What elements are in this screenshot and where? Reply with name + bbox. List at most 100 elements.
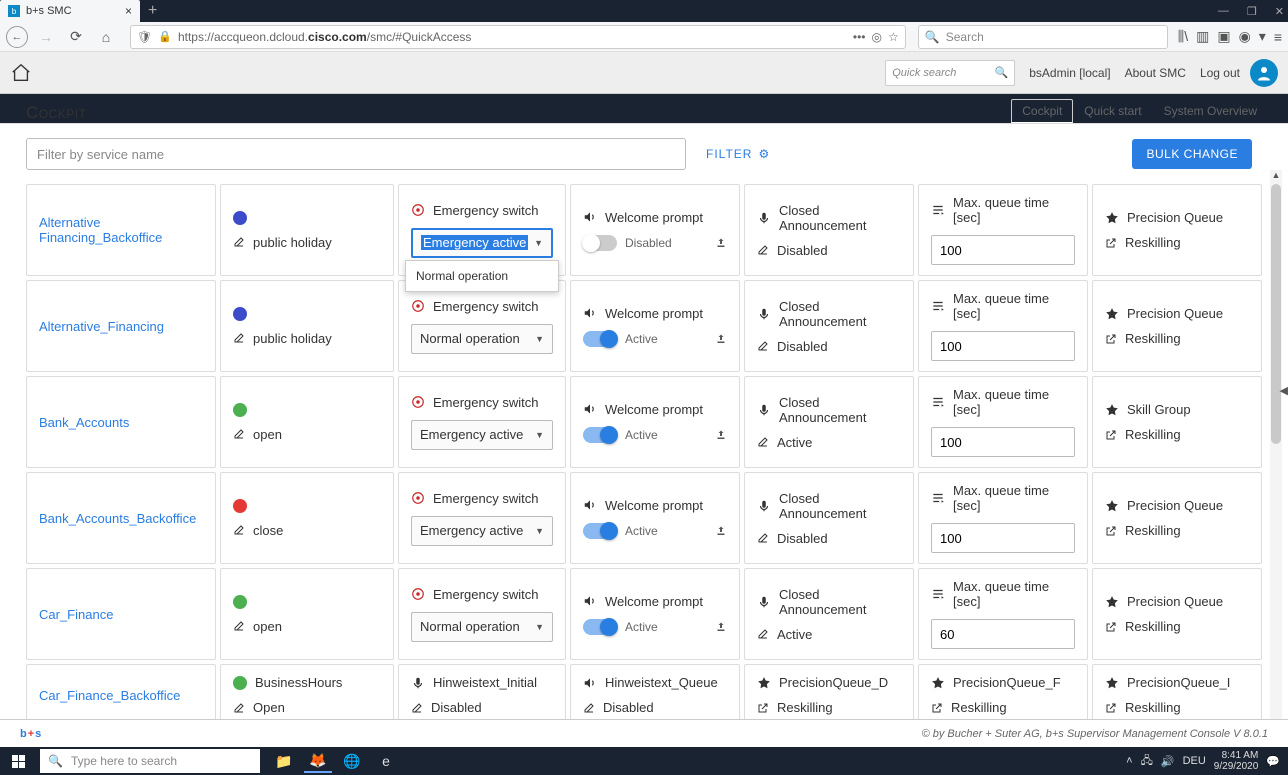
quick-search-input[interactable]: Quick search 🔍 xyxy=(885,60,1015,86)
service-name-link[interactable]: Alternative Financing_Backoffice xyxy=(26,184,216,276)
tray-chevron-icon[interactable]: ˄ xyxy=(1126,755,1132,767)
tray-notifications-icon[interactable]: 💬 xyxy=(1266,755,1280,768)
reader-icon[interactable]: ◎ xyxy=(872,30,882,44)
logout-link[interactable]: Log out xyxy=(1200,66,1240,80)
grid-scrollbar[interactable]: ▲ xyxy=(1270,170,1282,719)
scroll-thumb[interactable] xyxy=(1271,184,1281,444)
edit-icon[interactable] xyxy=(757,532,769,544)
maximize-icon[interactable]: ❐ xyxy=(1247,5,1257,18)
avatar[interactable] xyxy=(1250,59,1278,87)
cell-action-icon[interactable] xyxy=(583,702,595,714)
url-bar[interactable]: 🛡 🔒 https://accqueon.dcloud.cisco.com/sm… xyxy=(130,25,906,49)
service-name-link[interactable]: Alternative_Financing xyxy=(26,280,216,372)
upload-icon[interactable] xyxy=(715,333,727,345)
search-icon[interactable]: 🔍 xyxy=(995,66,1009,79)
tray-network-icon[interactable]: 🖧 xyxy=(1141,752,1153,771)
upload-icon[interactable] xyxy=(715,429,727,441)
cell-action-icon[interactable] xyxy=(411,702,423,714)
task-explorer-icon[interactable]: 📁 xyxy=(270,749,298,773)
library-icon[interactable]: ⫼\ xyxy=(1178,28,1188,45)
taskbar-search[interactable]: 🔍 Type here to search xyxy=(40,749,260,773)
close-window-icon[interactable]: ✕ xyxy=(1275,5,1284,18)
welcome-toggle[interactable] xyxy=(583,619,617,635)
welcome-toggle[interactable] xyxy=(583,523,617,539)
welcome-toggle[interactable] xyxy=(583,331,617,347)
emergency-select[interactable]: Normal operation ▼ xyxy=(411,612,553,642)
filter-button[interactable]: FILTER ⚙ xyxy=(706,147,770,161)
launch-icon[interactable] xyxy=(1105,621,1117,633)
service-name-link[interactable]: Car_Finance_Backoffice xyxy=(26,664,216,719)
tray-sound-icon[interactable]: 🔊 xyxy=(1161,755,1175,768)
minimize-icon[interactable]: — xyxy=(1218,5,1229,17)
edit-icon[interactable] xyxy=(757,628,769,640)
service-name-link[interactable]: Car_Finance xyxy=(26,568,216,660)
emergency-select[interactable]: Emergency active ▼ xyxy=(411,420,553,450)
ellipsis-icon[interactable]: ••• xyxy=(853,30,866,44)
upload-icon[interactable] xyxy=(715,525,727,537)
upload-icon[interactable] xyxy=(715,237,727,249)
back-button[interactable]: ← xyxy=(6,26,28,48)
forward-button[interactable]: → xyxy=(34,25,58,49)
edit-icon[interactable] xyxy=(233,236,245,248)
task-ie-icon[interactable]: е xyxy=(372,749,400,773)
tray-lang[interactable]: DEU xyxy=(1183,755,1206,767)
queue-input[interactable] xyxy=(931,619,1075,649)
tab-quickstart[interactable]: Quick start xyxy=(1073,99,1152,123)
user-label[interactable]: bsAdmin [local] xyxy=(1029,66,1110,80)
extension-icon[interactable]: ◉ xyxy=(1239,28,1251,45)
browser-search[interactable]: 🔍 Search xyxy=(918,25,1168,49)
launch-icon[interactable] xyxy=(1105,525,1117,537)
reload-button[interactable]: ⟳ xyxy=(64,25,88,49)
service-name-link[interactable]: Bank_Accounts xyxy=(26,376,216,468)
tab-close-icon[interactable]: × xyxy=(125,4,132,18)
queue-input[interactable] xyxy=(931,235,1075,265)
queue-input[interactable] xyxy=(931,331,1075,361)
task-firefox-icon[interactable]: 🦊 xyxy=(304,749,332,773)
launch-icon[interactable] xyxy=(1105,237,1117,249)
edit-icon[interactable] xyxy=(757,244,769,256)
home-button[interactable]: ⌂ xyxy=(94,25,118,49)
pocket-icon[interactable]: ▾ xyxy=(1259,28,1266,45)
browser-tab[interactable]: b b+s SMC × xyxy=(0,0,140,22)
edit-icon[interactable] xyxy=(233,620,245,632)
side-collapse-icon[interactable]: ◀ xyxy=(1280,384,1288,397)
emergency-select[interactable]: Normal operation ▼ xyxy=(411,324,553,354)
service-name-link[interactable]: Bank_Accounts_Backoffice xyxy=(26,472,216,564)
scroll-up-icon[interactable]: ▲ xyxy=(1272,170,1281,180)
home-icon[interactable] xyxy=(10,62,32,84)
cell-action-icon[interactable] xyxy=(757,702,769,714)
new-tab-button[interactable]: + xyxy=(140,0,165,22)
bulk-change-button[interactable]: BULK CHANGE xyxy=(1132,139,1252,169)
upload-icon[interactable] xyxy=(715,621,727,633)
tray-clock[interactable]: 8:41 AM 9/29/2020 xyxy=(1214,750,1259,772)
cell-action-icon[interactable] xyxy=(233,702,245,714)
sidebar-icon[interactable]: ▥ xyxy=(1196,28,1209,45)
emergency-option-normal[interactable]: Normal operation xyxy=(406,261,558,291)
launch-icon[interactable] xyxy=(1105,429,1117,441)
emergency-select[interactable]: Emergency active ▼ xyxy=(411,516,553,546)
start-button[interactable] xyxy=(0,755,36,768)
edit-icon[interactable] xyxy=(233,524,245,536)
edit-icon[interactable] xyxy=(233,428,245,440)
menu-icon[interactable]: ≡ xyxy=(1274,29,1282,45)
edit-icon[interactable] xyxy=(233,332,245,344)
chevron-down-icon: ▼ xyxy=(535,526,544,536)
tab-system-overview[interactable]: System Overview xyxy=(1153,99,1268,123)
queue-input[interactable] xyxy=(931,523,1075,553)
queue-cell: Max. queue time [sec] xyxy=(918,568,1088,660)
about-link[interactable]: About SMC xyxy=(1125,66,1186,80)
tab-cockpit[interactable]: Cockpit xyxy=(1011,99,1073,123)
launch-icon[interactable] xyxy=(1105,333,1117,345)
emergency-select[interactable]: Emergency active ▼ Normal operation xyxy=(411,228,553,258)
cell-action-icon[interactable] xyxy=(931,702,943,714)
filter-input[interactable]: Filter by service name xyxy=(26,138,686,170)
task-edge-icon[interactable]: 🌐 xyxy=(338,749,366,773)
panel-icon[interactable]: ▣ xyxy=(1217,28,1230,45)
welcome-toggle[interactable] xyxy=(583,427,617,443)
edit-icon[interactable] xyxy=(757,436,769,448)
edit-icon[interactable] xyxy=(757,340,769,352)
queue-input[interactable] xyxy=(931,427,1075,457)
star-icon[interactable]: ☆ xyxy=(888,30,899,44)
cell-action-icon[interactable] xyxy=(1105,702,1117,714)
welcome-toggle[interactable] xyxy=(583,235,617,251)
